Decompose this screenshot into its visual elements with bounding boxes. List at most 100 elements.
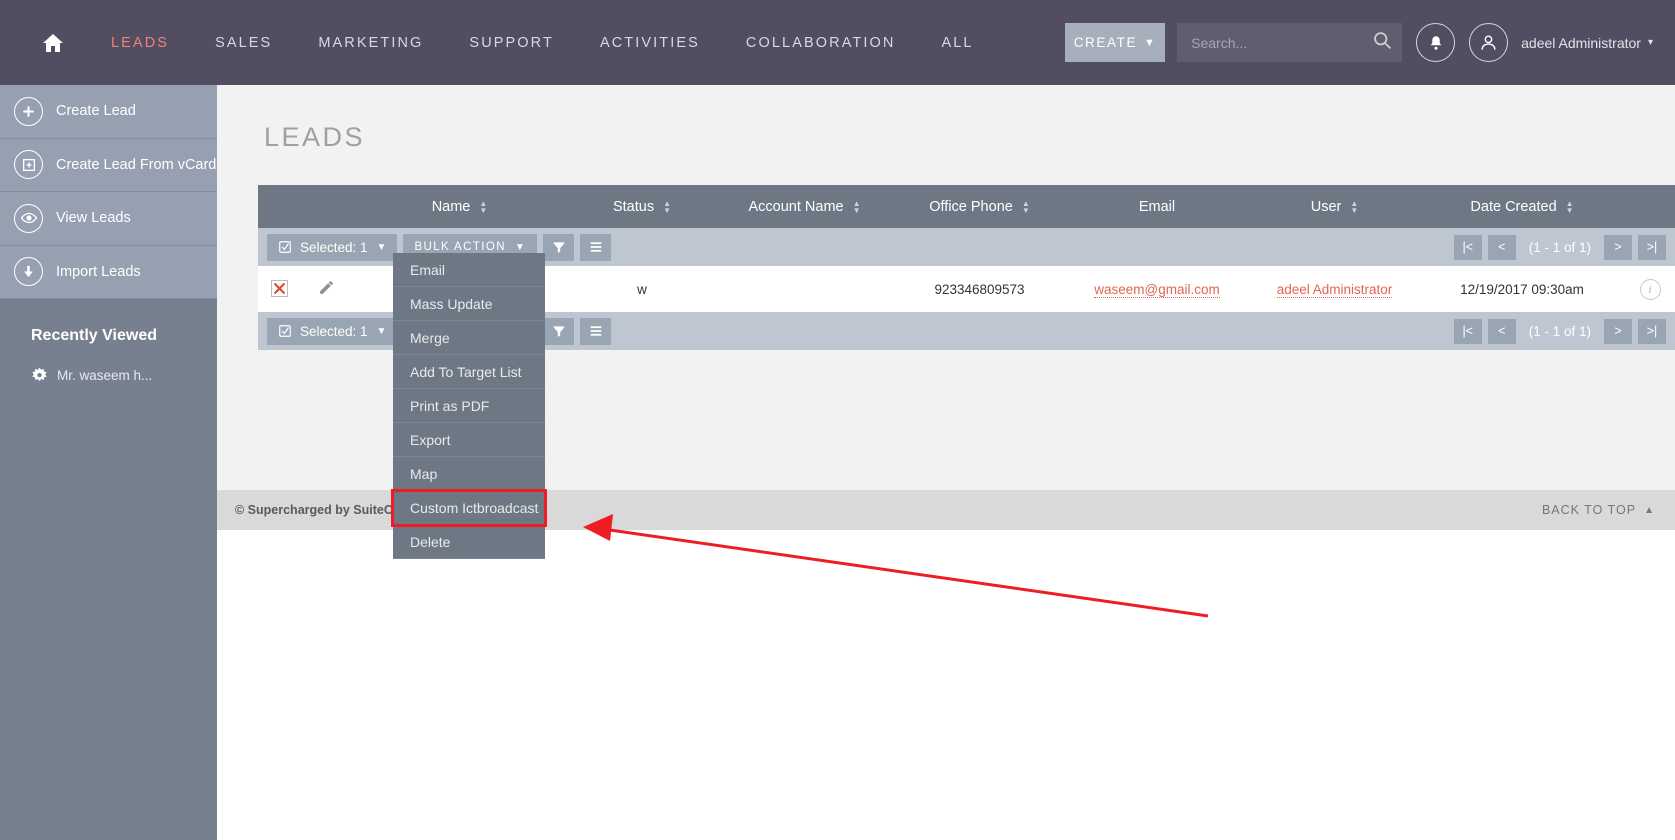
cell-office-phone: 923346809573 bbox=[934, 281, 1025, 297]
bulk-menu-item-custom-ictbroadcast[interactable]: Custom Ictbroadcast bbox=[391, 489, 547, 527]
sort-arrows-icon[interactable]: ▲ ▼ bbox=[479, 199, 487, 214]
nav-item-all[interactable]: ALL bbox=[918, 35, 996, 51]
pagination-next-button-bottom[interactable]: > bbox=[1604, 318, 1632, 344]
sidebar-item-create-lead[interactable]: Create Lead bbox=[0, 85, 217, 139]
search-box[interactable] bbox=[1177, 23, 1403, 62]
sort-arrows-icon[interactable]: ▲ ▼ bbox=[1566, 199, 1574, 214]
search-input[interactable] bbox=[1191, 34, 1373, 51]
chevron-down-icon: ▼ bbox=[376, 241, 387, 253]
page-background-below-footer bbox=[217, 530, 1675, 840]
sidebar: Create Lead Create Lead From vCard View … bbox=[0, 85, 217, 840]
lead-email-link[interactable]: waseem@gmail.com bbox=[1094, 281, 1220, 298]
user-avatar[interactable] bbox=[1469, 23, 1509, 62]
cell-edit[interactable] bbox=[300, 266, 352, 312]
top-navigation-bar: LEADS SALES MARKETING SUPPORT ACTIVITIES… bbox=[0, 0, 1675, 85]
th-edit bbox=[300, 185, 352, 228]
nav-item-collaboration[interactable]: COLLABORATION bbox=[723, 35, 919, 51]
table-header-row: Name ▲ ▼ Status ▲ ▼ Account Name ▲ ▼ Off… bbox=[258, 185, 1675, 228]
bulk-menu-item-delete[interactable]: Delete bbox=[393, 525, 545, 559]
selected-count-button-bottom[interactable]: Selected: 1 ▼ bbox=[267, 317, 398, 345]
cell-date-created: 12/19/2017 09:30am bbox=[1460, 281, 1584, 297]
th-date-created[interactable]: Date Created ▲ ▼ bbox=[1422, 185, 1622, 228]
th-date-created-label: Date Created bbox=[1470, 198, 1557, 215]
pagination-prev-button-bottom[interactable]: < bbox=[1487, 318, 1516, 344]
selected-count-button[interactable]: Selected: 1 ▼ bbox=[267, 233, 398, 261]
bulk-menu-item-map[interactable]: Map bbox=[393, 457, 545, 491]
lead-user-link[interactable]: adeel Administrator bbox=[1276, 281, 1393, 298]
bulk-menu-item-merge[interactable]: Merge bbox=[393, 321, 545, 355]
nav-item-activities[interactable]: ACTIVITIES bbox=[577, 35, 723, 51]
bulk-menu-item-export[interactable]: Export bbox=[393, 423, 545, 457]
sort-arrows-icon[interactable]: ▲ ▼ bbox=[853, 199, 861, 214]
bulk-menu-item-print-as-pdf[interactable]: Print as PDF bbox=[393, 389, 545, 423]
nav-item-marketing[interactable]: MARKETING bbox=[295, 35, 446, 51]
recently-viewed-item[interactable]: Mr. waseem h... bbox=[0, 345, 217, 384]
sort-arrows-icon[interactable]: ▲ ▼ bbox=[663, 199, 671, 214]
cell-status: w bbox=[637, 281, 647, 297]
pagination-count: (1 - 1 of 1) bbox=[1528, 239, 1591, 255]
checkbox-checked-icon bbox=[278, 240, 292, 254]
page-title: LEADS bbox=[264, 122, 366, 152]
checkbox-checked-icon bbox=[278, 324, 292, 338]
th-office-phone-label: Office Phone bbox=[929, 198, 1013, 215]
chevron-down-icon: ▼ bbox=[514, 241, 527, 253]
cell-user[interactable]: adeel Administrator bbox=[1247, 266, 1422, 312]
cell-info[interactable]: i bbox=[1622, 266, 1675, 312]
sidebar-item-label: Import Leads bbox=[56, 263, 141, 280]
pagination-first-button-bottom[interactable]: |< bbox=[1453, 318, 1482, 344]
th-status[interactable]: Status ▲ ▼ bbox=[567, 185, 717, 228]
th-name-label: Name bbox=[431, 198, 471, 215]
pagination-bottom: |< < (1 - 1 of 1) > >| bbox=[1451, 318, 1675, 344]
th-user-label: User bbox=[1310, 198, 1342, 215]
selected-count-label: Selected: 1 bbox=[300, 239, 368, 255]
sidebar-item-label: Create Lead bbox=[56, 103, 136, 120]
bulk-menu-item-add-to-target-list[interactable]: Add To Target List bbox=[393, 355, 545, 389]
home-icon[interactable] bbox=[40, 30, 66, 56]
th-account-name-label: Account Name bbox=[748, 198, 844, 215]
funnel-icon[interactable] bbox=[543, 233, 575, 261]
sort-arrows-icon[interactable]: ▲ ▼ bbox=[1350, 199, 1358, 214]
nav-item-leads[interactable]: LEADS bbox=[88, 35, 192, 51]
cell-select[interactable] bbox=[258, 266, 300, 312]
pagination-last-button-bottom[interactable]: >| bbox=[1638, 318, 1666, 344]
th-info bbox=[1622, 185, 1675, 228]
search-icon[interactable] bbox=[1372, 30, 1393, 56]
sidebar-item-view-leads[interactable]: View Leads bbox=[0, 192, 217, 246]
nav-item-sales[interactable]: SALES bbox=[192, 35, 295, 51]
pagination-first-button[interactable]: |< bbox=[1453, 234, 1482, 260]
pagination-prev-button[interactable]: < bbox=[1487, 234, 1516, 260]
sidebar-item-import-leads[interactable]: Import Leads bbox=[0, 246, 217, 299]
list-columns-icon[interactable] bbox=[580, 233, 612, 261]
th-status-label: Status bbox=[612, 198, 655, 215]
list-columns-icon[interactable] bbox=[580, 317, 612, 345]
pagination-last-button[interactable]: >| bbox=[1638, 234, 1666, 260]
th-user[interactable]: User ▲ ▼ bbox=[1247, 185, 1422, 228]
th-select bbox=[258, 185, 300, 228]
notifications-button[interactable] bbox=[1416, 23, 1456, 62]
main-nav-links: LEADS SALES MARKETING SUPPORT ACTIVITIES… bbox=[88, 35, 997, 51]
th-office-phone[interactable]: Office Phone ▲ ▼ bbox=[892, 185, 1067, 228]
chevron-down-icon: ▾ bbox=[1647, 37, 1653, 48]
sort-arrows-icon[interactable]: ▲ ▼ bbox=[1022, 199, 1030, 214]
sidebar-item-create-lead-from-vcard[interactable]: Create Lead From vCard bbox=[0, 139, 217, 192]
user-menu[interactable]: adeel Administrator ▾ bbox=[1521, 35, 1653, 51]
cell-email[interactable]: waseem@gmail.com bbox=[1067, 266, 1247, 312]
download-arrow-circle-icon bbox=[14, 257, 43, 287]
funnel-icon[interactable] bbox=[543, 317, 575, 345]
info-circle-icon[interactable]: i bbox=[1639, 278, 1661, 300]
bulk-action-label: BULK ACTION bbox=[414, 241, 506, 253]
leads-table-header: Name ▲ ▼ Status ▲ ▼ Account Name ▲ ▼ Off… bbox=[258, 185, 1675, 228]
th-name[interactable]: Name ▲ ▼ bbox=[352, 185, 567, 228]
back-to-top-button[interactable]: BACK TO TOP ▲ bbox=[1542, 503, 1675, 517]
bulk-menu-item-mass-update[interactable]: Mass Update bbox=[393, 287, 545, 321]
th-account-name[interactable]: Account Name ▲ ▼ bbox=[717, 185, 892, 228]
sidebar-actions: Create Lead Create Lead From vCard View … bbox=[0, 85, 217, 299]
chevron-down-icon: ▼ bbox=[1144, 36, 1157, 49]
sidebar-item-label: Create Lead From vCard bbox=[56, 156, 217, 173]
bulk-menu-item-email[interactable]: Email bbox=[393, 253, 545, 287]
red-x-icon[interactable] bbox=[270, 280, 288, 297]
create-button[interactable]: CREATE ▼ bbox=[1065, 23, 1166, 62]
nav-item-support[interactable]: SUPPORT bbox=[446, 35, 577, 51]
pagination-next-button[interactable]: > bbox=[1604, 234, 1632, 260]
pencil-icon[interactable] bbox=[318, 281, 335, 299]
